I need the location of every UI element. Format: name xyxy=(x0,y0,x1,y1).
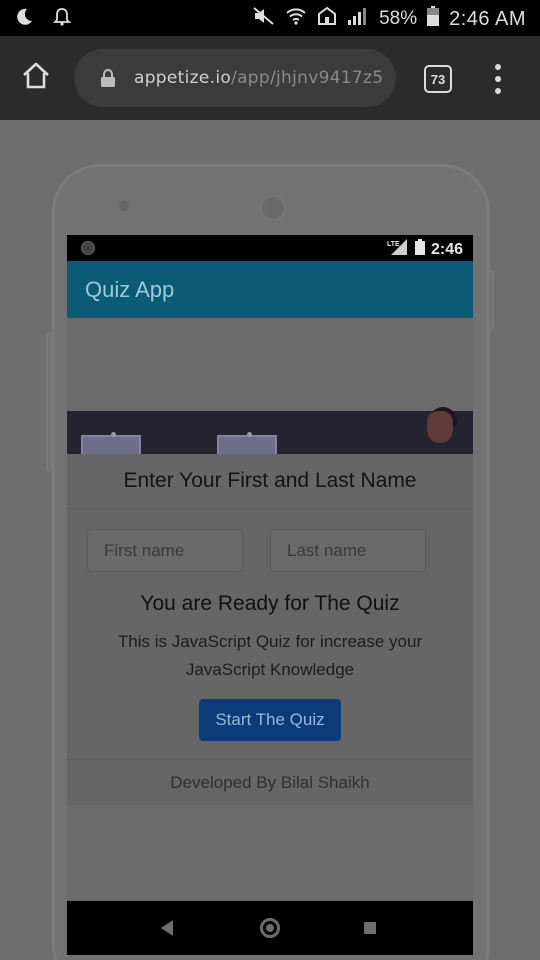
status-bar: 58% 2:46 AM xyxy=(0,0,540,36)
back-icon[interactable] xyxy=(161,920,173,936)
tab-switcher-button[interactable]: 73 xyxy=(424,65,452,93)
device-power-button xyxy=(488,270,494,330)
home-network-icon xyxy=(317,6,337,32)
notification-dot-icon xyxy=(81,241,95,255)
menu-dot-icon xyxy=(495,88,501,94)
browser-toolbar: appetize.io/app/jhjnv9417z5 73 xyxy=(0,36,540,120)
first-name-input[interactable]: First name xyxy=(87,529,243,572)
start-quiz-button[interactable]: Start The Quiz xyxy=(199,699,341,741)
modal-footer: Developed By Bilal Shaikh xyxy=(67,759,473,805)
home-icon xyxy=(21,62,51,95)
menu-dot-icon xyxy=(495,76,501,82)
lte-signal-icon: LTE xyxy=(387,238,409,261)
device-status-bar: LTE 2:46 xyxy=(67,235,473,261)
url-path: /app/jhjnv9417z5 xyxy=(231,68,384,88)
name-entry-modal: Enter Your First and Last Name First nam… xyxy=(67,454,473,805)
ready-heading: You are Ready for The Quiz xyxy=(140,592,400,615)
device-screen[interactable]: LTE 2:46 Quiz App Enter Your First and L… xyxy=(67,235,473,955)
hero-illustration xyxy=(67,407,473,465)
recents-icon[interactable] xyxy=(364,922,376,934)
status-time: 2:46 AM xyxy=(449,7,526,30)
url-host: appetize.io xyxy=(134,68,232,88)
person-illustration xyxy=(427,411,453,443)
web-page: LTE 2:46 Quiz App Enter Your First and L… xyxy=(0,120,540,960)
home-button[interactable] xyxy=(18,60,54,96)
lock-icon xyxy=(100,67,118,89)
device-speaker xyxy=(260,195,286,221)
address-bar[interactable]: appetize.io/app/jhjnv9417z5 xyxy=(74,49,396,107)
device-camera xyxy=(119,201,129,211)
bell-icon xyxy=(52,7,72,32)
last-name-input[interactable]: Last name xyxy=(270,529,426,572)
battery-percent: 58% xyxy=(379,8,418,29)
wifi-icon xyxy=(285,6,307,32)
mute-icon xyxy=(253,7,275,31)
modal-title: Enter Your First and Last Name xyxy=(123,469,417,492)
quiz-description: This is JavaScript Quiz for increase you… xyxy=(117,632,423,679)
app-bar: Quiz App xyxy=(67,261,473,318)
modal-header: Enter Your First and Last Name xyxy=(67,454,473,509)
tab-count: 73 xyxy=(430,71,446,87)
home-circle-icon[interactable] xyxy=(260,918,280,938)
moon-icon xyxy=(14,7,34,32)
device-status-time: 2:46 xyxy=(430,240,463,258)
device-side-button xyxy=(46,332,52,472)
app-title: Quiz App xyxy=(85,277,175,302)
lte-label: LTE xyxy=(387,241,400,248)
url-text: appetize.io/app/jhjnv9417z5 xyxy=(134,68,383,88)
menu-dot-icon xyxy=(495,64,501,70)
signal-icon xyxy=(347,6,369,32)
device-battery-icon xyxy=(414,239,425,260)
device-nav-bar xyxy=(67,901,473,955)
battery-icon xyxy=(427,6,440,32)
more-options-button[interactable] xyxy=(490,64,506,94)
